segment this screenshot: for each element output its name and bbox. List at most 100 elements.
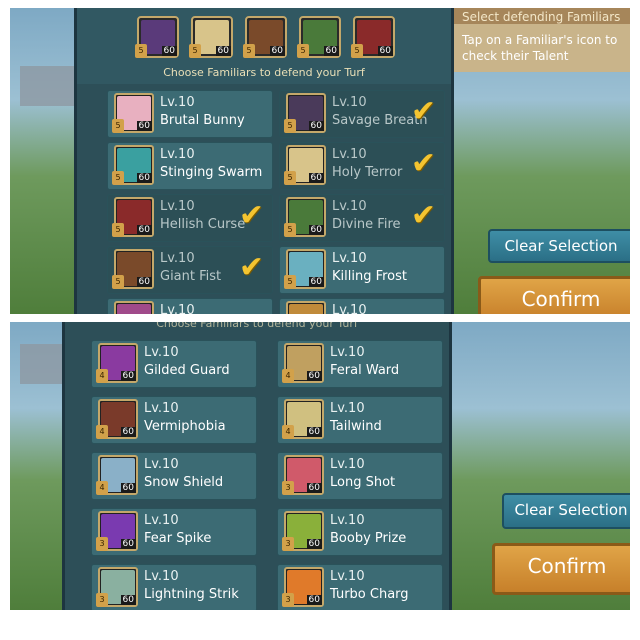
- familiar-icon[interactable]: 60 4: [96, 455, 138, 495]
- level-badge: 60: [136, 121, 152, 131]
- star-badge: 3: [96, 593, 108, 607]
- familiar-card[interactable]: 60 4 Lv.10 Gilded Guard: [91, 340, 257, 388]
- familiar-portrait: [117, 304, 151, 314]
- familiar-name: Hellish Curse: [160, 217, 246, 232]
- familiar-icon[interactable]: 60 3: [96, 567, 138, 607]
- familiar-card[interactable]: 60 5 Lv.10 Savage Breath ✔: [279, 90, 445, 138]
- familiar-icon[interactable]: 605: [112, 197, 154, 237]
- familiar-name: Vermiphobia: [144, 419, 226, 434]
- familiar-card[interactable]: 60 5 Lv.10 Divine Fire ✔: [279, 194, 445, 242]
- familiar-level: Lv.10: [330, 513, 365, 528]
- familiar-card[interactable]: 60 5 Lv.10 Stinging Swarm: [107, 142, 273, 190]
- defender-slot[interactable]: 60 5: [189, 16, 233, 58]
- familiar-icon[interactable]: 60 3: [96, 511, 138, 551]
- familiar-card[interactable]: 60 3 Lv.10 Booby Prize: [277, 508, 443, 556]
- familiar-card[interactable]: 60 4 Lv.10 Snow Shield: [91, 452, 257, 500]
- familiar-icon[interactable]: 60 5: [284, 145, 326, 185]
- level-badge: 60: [120, 483, 136, 493]
- screenshot-bottom: Choose Familiars to defend your Turf 60 4…: [10, 322, 630, 610]
- familiar-card[interactable]: 60 4 Lv.10 Feral Ward: [277, 340, 443, 388]
- defender-slot[interactable]: 60 5: [297, 16, 341, 58]
- familiar-card[interactable]: 60 3 Lv.10 Lightning Strik: [91, 564, 257, 610]
- familiar-icon[interactable]: 60 3: [282, 511, 324, 551]
- familiar-icon[interactable]: 60 4: [96, 343, 138, 383]
- familiar-card[interactable]: 60 3 Lv.10 Long Shot: [277, 452, 443, 500]
- familiar-icon[interactable]: 60 3: [282, 567, 324, 607]
- defender-strip: 60 5 60 5 60 5 60 5 60 5 Choose Familiars to defe…: [77, 8, 451, 84]
- familiar-level: Lv.10: [332, 199, 367, 214]
- star-badge: 5: [112, 275, 124, 289]
- clear-selection-button[interactable]: Clear Selection: [488, 229, 630, 263]
- castle-silhouette: [20, 66, 80, 106]
- familiar-icon[interactable]: 60 5: [112, 93, 154, 133]
- familiar-icon[interactable]: 605: [112, 145, 154, 185]
- star-badge: 5: [297, 44, 309, 58]
- familiar-card[interactable]: 60 5 Lv.10 Hellish Curse ✔: [107, 194, 273, 242]
- familiar-name: Snow Shield: [144, 475, 224, 490]
- level-badge: 60: [136, 277, 152, 287]
- star-badge: 5: [284, 223, 296, 237]
- familiar-card[interactable]: 605 Lv.10: [279, 298, 445, 314]
- level-badge: 60: [161, 46, 177, 56]
- familiar-card[interactable]: 60 3 Lv.10 Turbo Charg: [277, 564, 443, 610]
- star-badge: 5: [112, 223, 124, 237]
- familiar-portrait: [289, 304, 323, 314]
- star-badge: 5: [112, 119, 124, 133]
- familiar-level: Lv.10: [160, 199, 195, 214]
- defender-slot[interactable]: 60 5: [351, 16, 395, 58]
- familiar-level: Lv.10: [160, 95, 195, 110]
- level-badge: 60: [377, 46, 393, 56]
- level-badge: 60: [306, 427, 322, 437]
- familiar-icon[interactable]: 60 4: [96, 399, 138, 439]
- level-badge: 60: [323, 46, 339, 56]
- familiar-name: Tailwind: [330, 419, 382, 434]
- familiar-icon[interactable]: 605: [284, 249, 326, 289]
- familiar-card[interactable]: 60 4 Lv.10 Tailwind: [277, 396, 443, 444]
- familiar-name: Gilded Guard: [144, 363, 230, 378]
- clear-selection-button[interactable]: Clear Selection: [502, 493, 630, 529]
- familiar-name: Turbo Charg: [330, 587, 409, 602]
- star-badge: 5: [284, 171, 296, 185]
- star-badge: 5: [135, 44, 147, 58]
- familiar-name: Fear Spike: [144, 531, 212, 546]
- star-badge: 5: [284, 275, 296, 289]
- familiar-icon[interactable]: 60 5: [112, 249, 154, 289]
- familiar-name: Killing Frost: [332, 269, 408, 284]
- familiar-icon[interactable]: 605: [286, 301, 326, 314]
- defender-slot[interactable]: 60 5: [135, 16, 179, 58]
- familiar-card[interactable]: 60 5 Lv.10 Giant Fist ✔: [107, 246, 273, 294]
- familiar-card[interactable]: 60 5 Lv.10 Holy Terror ✔: [279, 142, 445, 190]
- confirm-button[interactable]: Confirm: [478, 276, 630, 314]
- familiar-icon[interactable]: 605: [114, 301, 154, 314]
- familiar-card[interactable]: 60 5 Lv.10 Killing Frost: [279, 246, 445, 294]
- familiar-level: Lv.10: [330, 345, 365, 360]
- level-badge: 60: [308, 225, 324, 235]
- familiar-card[interactable]: 605 Lv.10: [107, 298, 273, 314]
- familiar-icon[interactable]: 60 4: [282, 343, 324, 383]
- familiar-level: Lv.10: [144, 345, 179, 360]
- familiar-level: Lv.10: [330, 457, 365, 472]
- level-badge: 60: [120, 427, 136, 437]
- familiar-icon[interactable]: 60 3: [282, 455, 324, 495]
- familiar-level: Lv.10: [160, 251, 195, 266]
- familiar-icon[interactable]: 60 5: [284, 197, 326, 237]
- familiar-name: Brutal Bunny: [160, 113, 245, 128]
- confirm-button[interactable]: Confirm: [492, 543, 630, 595]
- familiar-name: Stinging Swarm: [160, 165, 263, 180]
- familiar-card[interactable]: 60 5 Lv.10 Brutal Bunny: [107, 90, 273, 138]
- level-badge: 60: [306, 539, 322, 549]
- familiar-level: Lv.10: [332, 251, 367, 266]
- choose-familiars-text: Choose Familiars to defend your Turf: [156, 322, 358, 330]
- star-badge: 5: [284, 119, 296, 133]
- familiar-icon[interactable]: 60 4: [282, 399, 324, 439]
- familiar-card[interactable]: 60 3 Lv.10 Fear Spike: [91, 508, 257, 556]
- star-badge: 3: [282, 537, 294, 551]
- level-badge: 60: [308, 173, 324, 183]
- defender-row: 60 5 60 5 60 5 60 5 60 5: [135, 16, 395, 58]
- familiar-name: Long Shot: [330, 475, 396, 490]
- defender-slot[interactable]: 60 5: [243, 16, 287, 58]
- familiar-card[interactable]: 60 4 Lv.10 Vermiphobia: [91, 396, 257, 444]
- star-badge: 4: [96, 425, 108, 439]
- star-badge: 3: [282, 481, 294, 495]
- familiar-icon[interactable]: 605: [284, 93, 326, 133]
